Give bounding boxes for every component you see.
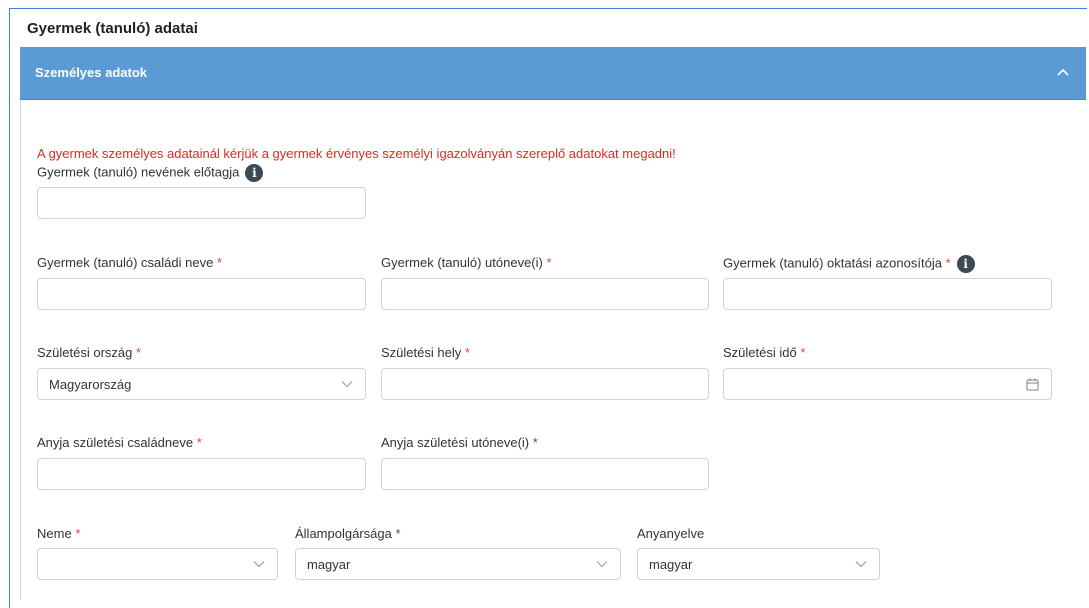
birth-date-input[interactable]	[723, 368, 1052, 400]
info-icon[interactable]: i	[956, 255, 975, 273]
chevron-up-icon[interactable]	[1056, 66, 1070, 80]
mother-tongue-label: Anyanyelve	[637, 526, 705, 541]
given-name-input[interactable]	[381, 278, 709, 310]
given-name-label: Gyermek (tanuló) utóneve(i) *	[381, 255, 552, 270]
family-name-label: Gyermek (tanuló) családi neve *	[37, 255, 222, 270]
calendar-icon[interactable]	[1026, 378, 1039, 391]
warning-message: A gyermek személyes adatainál kérjük a g…	[37, 146, 676, 161]
chevron-down-icon	[596, 561, 608, 568]
personal-data-panel-header[interactable]: Személyes adatok	[20, 47, 1086, 100]
mother-given-name-label: Anyja születési utóneve(i) *	[381, 435, 538, 450]
gender-select[interactable]	[37, 548, 278, 580]
card-title: Gyermek (tanuló) adatai	[27, 20, 198, 37]
chevron-down-icon	[253, 561, 265, 568]
mother-tongue-select[interactable]: magyar	[637, 548, 880, 580]
citizenship-label: Állampolgársága *	[295, 526, 401, 541]
birth-country-label: Születési ország *	[37, 345, 142, 360]
birth-country-select[interactable]: Magyarország	[37, 368, 366, 400]
birth-place-input[interactable]	[381, 368, 709, 400]
family-name-input[interactable]	[37, 278, 366, 310]
name-prefix-label: Gyermek (tanuló) nevének előtagja i	[37, 164, 264, 182]
info-icon[interactable]: i	[245, 164, 264, 182]
citizenship-select[interactable]: magyar	[295, 548, 621, 580]
edu-id-input[interactable]	[723, 278, 1052, 310]
chevron-down-icon	[855, 561, 867, 568]
edu-id-label: Gyermek (tanuló) oktatási azonosítója * i	[723, 255, 975, 273]
chevron-down-icon	[341, 381, 353, 388]
panel-title: Személyes adatok	[35, 65, 148, 80]
birth-place-label: Születési hely *	[381, 345, 470, 360]
mother-given-name-input[interactable]	[381, 458, 709, 490]
gender-label: Neme *	[37, 526, 81, 541]
mother-family-name-label: Anyja születési családneve *	[37, 435, 202, 450]
mother-family-name-input[interactable]	[37, 458, 366, 490]
name-prefix-input[interactable]	[37, 187, 366, 219]
birth-date-label: Születési idő *	[723, 345, 806, 360]
